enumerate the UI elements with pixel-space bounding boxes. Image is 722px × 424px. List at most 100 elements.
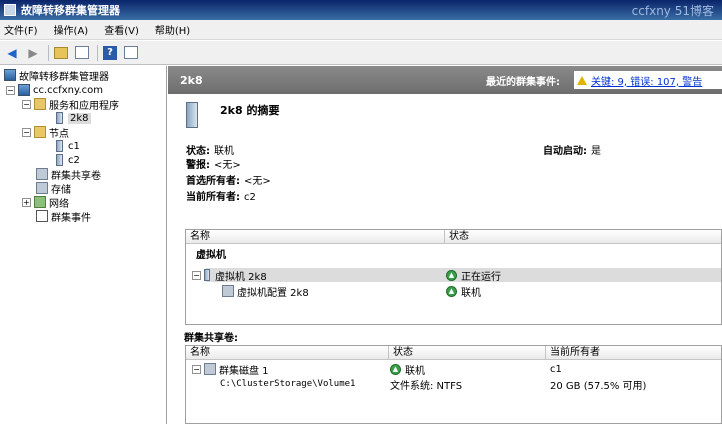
- warning-icon: [577, 75, 587, 85]
- autostart-value: 是: [591, 146, 601, 157]
- resource-vm-name: 虚拟机 2k8: [215, 271, 267, 283]
- resources-header: 名称 状态: [186, 230, 721, 244]
- csv-volume-filesystem: 文件系统: NTFS: [390, 380, 463, 392]
- alert-field: 警报: <无>: [186, 156, 241, 171]
- tree-cluster[interactable]: − cc.ccfxny.com: [6, 83, 103, 97]
- server-icon: [56, 140, 63, 152]
- navigation-tree: 故障转移群集管理器 − cc.ccfxny.com − 服务和应用程序 2k8 …: [0, 66, 167, 424]
- csv-header: 名称 状态 当前所有者: [186, 346, 721, 360]
- resource-vm-config-status: ▲ 联机: [446, 284, 481, 299]
- tree-storage-label: 存储: [51, 184, 71, 196]
- collapse-icon[interactable]: −: [192, 270, 201, 280]
- disk-icon: [204, 363, 216, 375]
- tree-events-label: 群集事件: [51, 212, 91, 224]
- csv-row-disk[interactable]: − 群集磁盘 1: [192, 362, 269, 377]
- back-arrow-icon[interactable]: ◀: [3, 44, 21, 62]
- csv-column-owner[interactable]: 当前所有者: [546, 346, 722, 360]
- tree-csv[interactable]: 群集共享卷: [36, 167, 101, 182]
- menu-help[interactable]: 帮助(H): [155, 22, 190, 37]
- tree-network[interactable]: + 网络: [22, 195, 69, 210]
- collapse-icon[interactable]: −: [192, 364, 201, 374]
- tree-services[interactable]: − 服务和应用程序: [22, 97, 119, 112]
- alert-label: 警报:: [186, 160, 210, 171]
- resource-row-vm-config[interactable]: 虚拟机配置 2k8: [222, 284, 309, 299]
- tree-node-c2[interactable]: c2: [54, 153, 80, 167]
- resource-vm-config-status-text: 联机: [461, 287, 481, 299]
- menu-view[interactable]: 查看(V): [104, 22, 139, 37]
- network-icon: [34, 196, 46, 208]
- tree-root[interactable]: 故障转移群集管理器: [4, 68, 109, 83]
- summary-title: 2k8 的摘要: [220, 104, 280, 117]
- recent-events-link[interactable]: 关键: 9, 错误: 107, 警告: [591, 73, 702, 88]
- toolbar: ◀ ▶ ?: [0, 41, 722, 65]
- csv-section-title: 群集共享卷:: [184, 333, 238, 344]
- tree-node-c1[interactable]: c1: [54, 139, 80, 153]
- column-name[interactable]: 名称: [186, 230, 445, 244]
- tree-node-c1-label: c1: [68, 140, 80, 152]
- csv-disk-status-text: 联机: [405, 365, 425, 377]
- recent-events-label: 最近的群集事件:: [486, 76, 560, 88]
- vm-config-icon: [222, 285, 234, 297]
- csv-column-name[interactable]: 名称: [186, 346, 389, 360]
- tree-nodes-label: 节点: [49, 128, 69, 140]
- forward-arrow-icon[interactable]: ▶: [24, 44, 42, 62]
- tree-network-label: 网络: [49, 198, 69, 210]
- toolbar-separator: [97, 44, 98, 61]
- shared-volume-icon: [36, 168, 48, 180]
- csv-list: 名称 状态 当前所有者 − 群集磁盘 1 ▲ 联机 c1 C:\ClusterS…: [185, 345, 722, 424]
- menu-action[interactable]: 操作(A): [54, 22, 89, 37]
- collapse-icon[interactable]: −: [6, 85, 15, 95]
- content-title: 2k8: [180, 73, 203, 87]
- preferred-owner-label: 首选所有者:: [186, 176, 240, 187]
- collapse-icon[interactable]: −: [22, 127, 31, 137]
- resources-list: 名称 状态 虚拟机 − 虚拟机 2k8 ▲ 正在运行 虚拟机配置 2k8 ▲ 联…: [185, 229, 722, 325]
- current-owner-value: c2: [244, 192, 256, 203]
- tree-nodes[interactable]: − 节点: [22, 125, 69, 140]
- csv-volume-capacity: 20 GB (57.5% 可用): [550, 380, 647, 392]
- app-icon: [4, 4, 16, 16]
- current-owner-field: 当前所有者: c2: [186, 188, 256, 203]
- expand-icon[interactable]: +: [22, 197, 31, 207]
- console-tree-icon: [75, 46, 89, 59]
- virtual-machine-icon: [204, 269, 210, 281]
- watermark: ccfxny 51博客: [631, 4, 714, 18]
- recent-events-summary: 关键: 9, 错误: 107, 警告: [574, 71, 722, 89]
- tree-storage[interactable]: 存储: [36, 181, 71, 196]
- tree-service-2k8-label: 2k8: [68, 112, 91, 124]
- action-pane-button[interactable]: [122, 44, 140, 62]
- folder-up-icon: [54, 46, 68, 59]
- csv-disk-name: 群集磁盘 1: [219, 365, 269, 377]
- cluster-icon: [18, 84, 30, 96]
- help-icon: ?: [103, 45, 117, 60]
- autostart-field: 自动启动: 是: [543, 142, 601, 157]
- tree-service-2k8[interactable]: 2k8: [54, 111, 91, 125]
- resource-row-vm[interactable]: − 虚拟机 2k8: [192, 268, 267, 283]
- cluster-manager-icon: [4, 69, 16, 81]
- tree-events[interactable]: 群集事件: [36, 209, 91, 224]
- tree-services-label: 服务和应用程序: [49, 100, 119, 112]
- tree-csv-label: 群集共享卷: [51, 170, 101, 182]
- resource-vm-config-name: 虚拟机配置 2k8: [237, 287, 309, 299]
- help-button[interactable]: ?: [101, 44, 119, 62]
- window-titlebar: 故障转移群集管理器 ccfxny 51博客: [0, 0, 722, 20]
- event-log-icon: [36, 210, 48, 222]
- preferred-owner-value: <无>: [244, 176, 271, 187]
- show-hide-tree-button[interactable]: [73, 44, 91, 62]
- menu-bar: 文件(F) 操作(A) 查看(V) 帮助(H): [0, 20, 722, 40]
- tree-root-label: 故障转移群集管理器: [19, 71, 109, 83]
- collapse-icon[interactable]: −: [22, 99, 31, 109]
- online-status-icon: ▲: [390, 363, 401, 375]
- menu-file[interactable]: 文件(F): [4, 22, 38, 37]
- csv-volume-path: C:\ClusterStorage\Volume1: [220, 379, 356, 389]
- up-folder-button[interactable]: [52, 44, 70, 62]
- tree-node-c2-label: c2: [68, 154, 80, 166]
- csv-disk-owner: c1: [550, 363, 562, 375]
- csv-disk-status: ▲ 联机: [390, 362, 425, 377]
- online-status-icon: ▲: [446, 269, 457, 281]
- nodes-icon: [34, 126, 46, 138]
- resource-vm-status: ▲ 正在运行: [446, 268, 501, 283]
- csv-column-status[interactable]: 状态: [389, 346, 546, 360]
- service-server-icon: [186, 102, 198, 128]
- column-status[interactable]: 状态: [445, 230, 722, 244]
- server-icon: [56, 154, 63, 166]
